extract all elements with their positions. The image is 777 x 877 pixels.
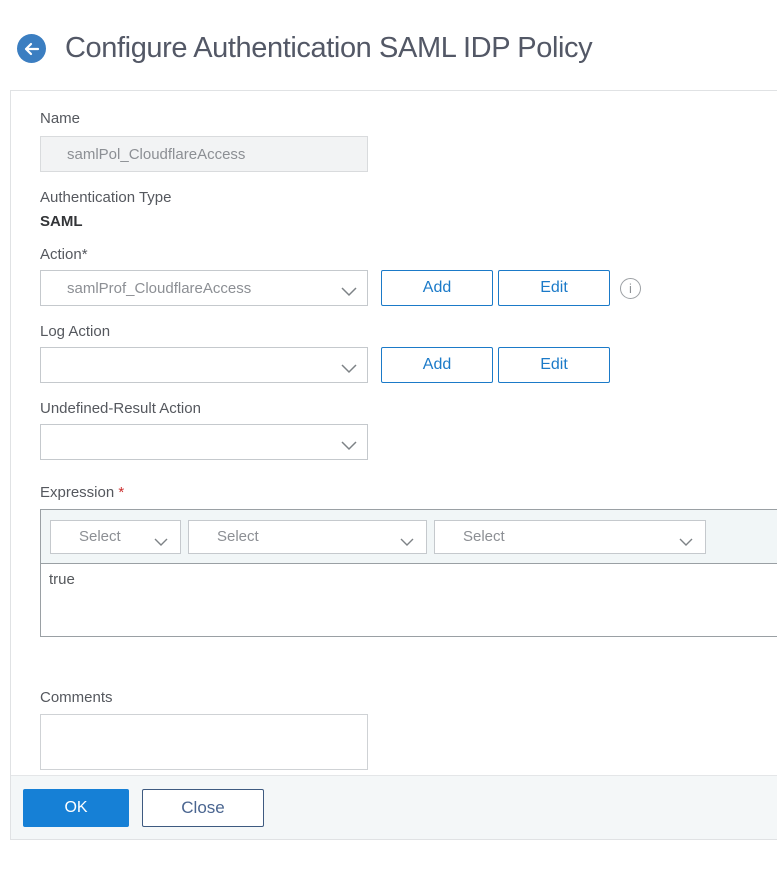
config-form-panel: Name Authentication Type SAML Action* sa… (10, 90, 777, 840)
undefined-result-action-label: Undefined-Result Action (40, 400, 201, 417)
chevron-down-icon (341, 284, 357, 302)
chevron-down-icon (679, 534, 693, 552)
action-label: Action* (40, 246, 88, 263)
log-action-dropdown[interactable] (40, 347, 368, 383)
comments-label: Comments (40, 689, 113, 706)
info-icon[interactable]: i (620, 277, 641, 299)
back-button[interactable] (17, 34, 46, 63)
comments-input[interactable] (40, 714, 368, 770)
page-title: Configure Authentication SAML IDP Policy (65, 32, 593, 64)
undefined-result-action-dropdown[interactable] (40, 424, 368, 460)
expression-select-3[interactable]: Select (434, 519, 706, 554)
log-action-add-button[interactable]: Add (381, 347, 493, 383)
authentication-type-label: Authentication Type (40, 189, 172, 206)
page-header: Configure Authentication SAML IDP Policy (17, 32, 593, 65)
expression-select-2[interactable]: Select (188, 519, 427, 554)
action-add-button[interactable]: Add (381, 270, 493, 306)
expression-input[interactable]: true (41, 564, 777, 636)
close-button[interactable]: Close (142, 788, 264, 827)
action-dropdown[interactable]: samlProf_CloudflareAccess (40, 270, 368, 306)
authentication-type-value: SAML (40, 213, 83, 230)
action-edit-button[interactable]: Edit (498, 270, 610, 306)
back-arrow-icon (23, 42, 40, 56)
log-action-label: Log Action (40, 323, 111, 340)
chevron-down-icon (400, 534, 414, 552)
expression-select-1[interactable]: Select (50, 519, 181, 554)
chevron-down-icon (154, 534, 168, 552)
chevron-down-icon (341, 438, 357, 456)
dialog-footer: OK Close (11, 775, 777, 839)
ok-button[interactable]: OK (23, 788, 129, 827)
action-dropdown-value: samlProf_CloudflareAccess (67, 279, 252, 297)
required-asterisk: * (118, 484, 125, 501)
expression-toolbar: Select Select Select (41, 510, 777, 564)
expression-builder: Select Select Select true (40, 509, 777, 637)
expression-label: Expression * (40, 484, 125, 501)
name-input[interactable] (40, 136, 368, 172)
log-action-edit-button[interactable]: Edit (498, 347, 610, 383)
name-label: Name (40, 110, 81, 127)
chevron-down-icon (341, 361, 357, 379)
